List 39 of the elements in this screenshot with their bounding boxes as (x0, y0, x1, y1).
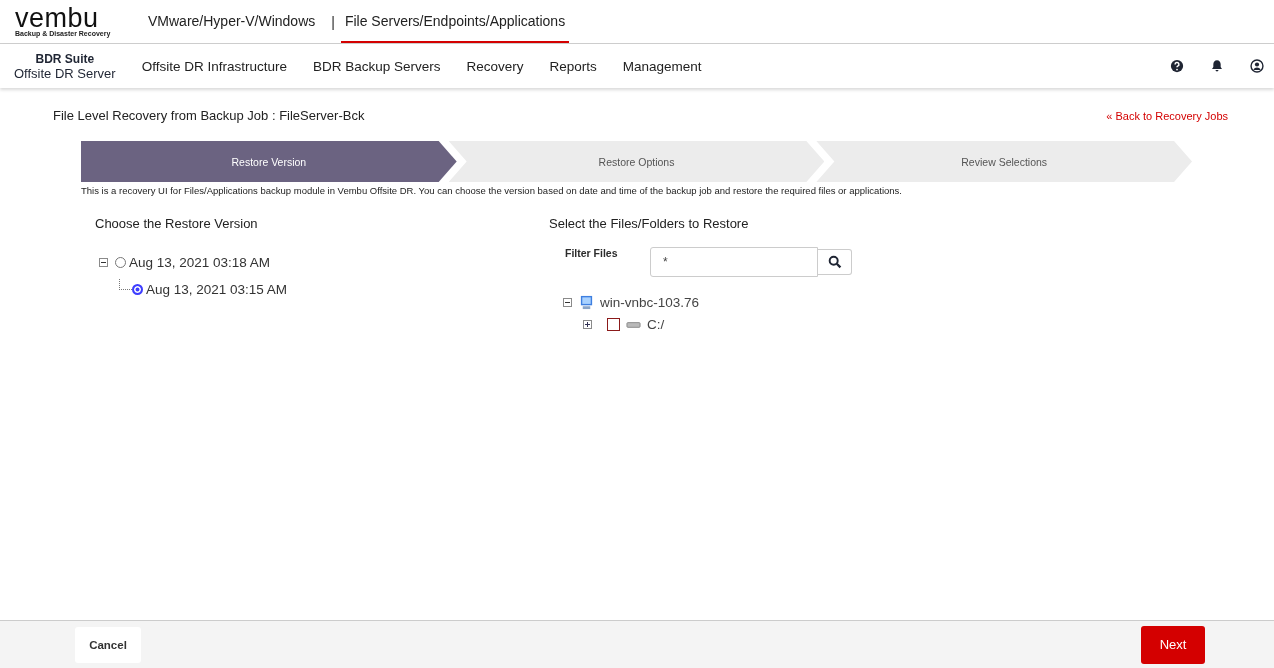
section-heading: Select the Files/Folders to Restore (549, 216, 750, 231)
wizard-step[interactable]: Restore Version (81, 141, 457, 182)
next-button[interactable]: Next (1141, 625, 1205, 664)
nav-item[interactable]: Management (622, 58, 702, 74)
computer-icon (579, 294, 594, 310)
section-heading: Choose the Restore Version (95, 216, 259, 231)
radio-button[interactable] (115, 257, 126, 268)
radio-button[interactable] (132, 284, 143, 295)
version-label[interactable]: Aug 13, 2021 03:18 AM (129, 255, 271, 270)
nav-item[interactable]: Recovery (466, 58, 524, 74)
tree-node-label[interactable]: win-vnbc-103.76 (600, 294, 700, 310)
user-account-icon[interactable] (1250, 59, 1264, 73)
logo-wordmark: vembu (15, 6, 99, 30)
version-label[interactable]: Aug 13, 2021 03:15 AM (146, 282, 288, 297)
product-tab[interactable]: VMware/Hyper-V/Windows (144, 0, 320, 43)
page-title: File Level Recovery from Backup Job : FileServer-Bck (53, 108, 365, 123)
description-text: This is a recovery UI for Files/Applications backup module in Vembu Offsite DR. You can choose the version based on date and time of the backup job and restore the required files or applications. (81, 185, 903, 196)
search-icon (827, 255, 842, 269)
separator-text: | (330, 12, 336, 32)
cancel-button[interactable]: Cancel (75, 626, 141, 663)
suite-title: BDR Suite (35, 51, 95, 66)
nav-item[interactable]: BDR Backup Servers (312, 58, 441, 74)
product-tab[interactable]: File Servers/Endpoints/Applications (340, 0, 570, 43)
expand-toggle-icon[interactable] (583, 319, 592, 329)
wizard-step[interactable]: Review Selections (816, 141, 1192, 182)
nav-item[interactable]: Reports (549, 58, 597, 74)
nav-item[interactable]: Offsite DR Infrastructure (141, 58, 287, 74)
filter-input[interactable]: * (650, 247, 818, 277)
search-button[interactable] (818, 249, 852, 275)
collapse-toggle-icon[interactable] (99, 258, 108, 267)
back-link[interactable]: « Back to Recovery Jobs (1106, 109, 1228, 122)
tree-node-label[interactable]: C:/ (647, 316, 665, 332)
help-icon[interactable] (1170, 59, 1184, 73)
suite-subtitle: Offsite DR Server (14, 65, 116, 81)
notification-bell-icon[interactable] (1210, 59, 1224, 73)
filter-label: Filter Files (565, 247, 619, 259)
collapse-toggle-icon[interactable] (563, 297, 572, 307)
wizard-step[interactable]: Restore Options (448, 141, 825, 182)
checkbox[interactable] (607, 317, 620, 331)
